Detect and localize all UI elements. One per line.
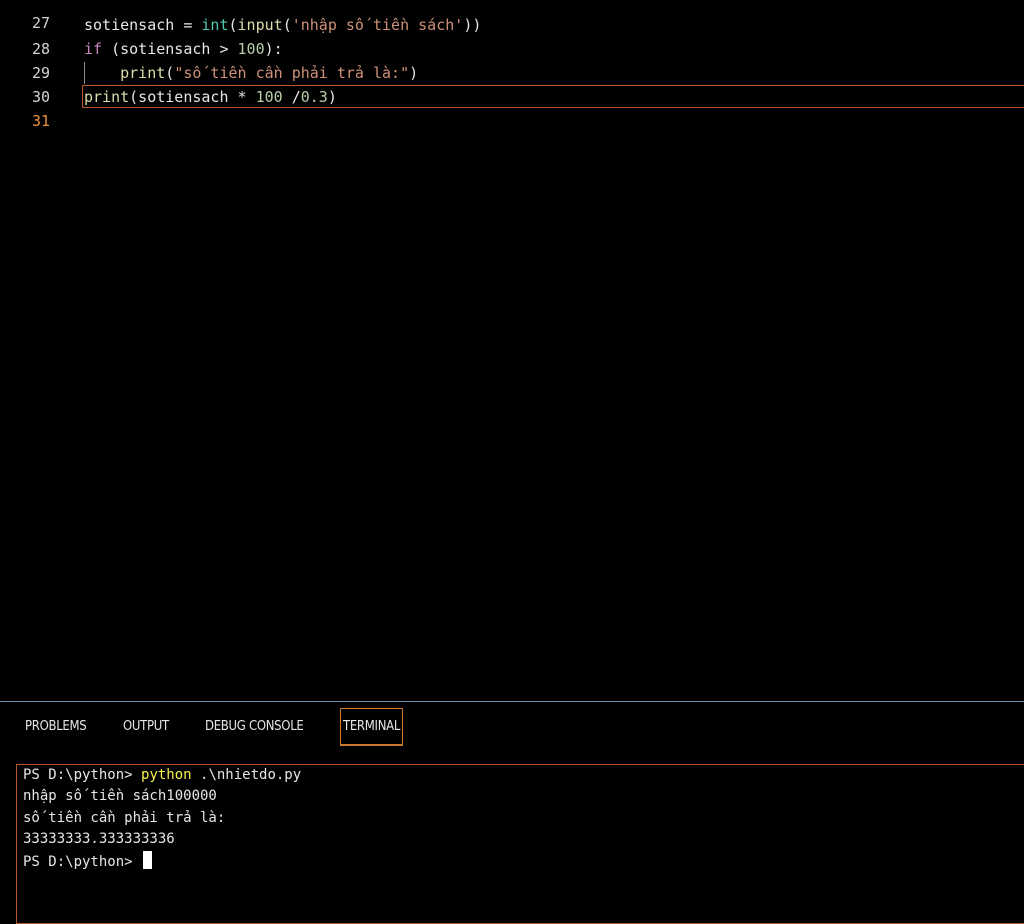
code-token: > (219, 40, 229, 58)
code-token: ( (165, 64, 175, 82)
terminal-view[interactable]: PS D:\python> python .\nhietdo.py nhập s… (16, 764, 1024, 924)
code-token: (sotiensach (102, 40, 220, 58)
terminal-prompt: PS D:\python> (23, 767, 142, 783)
code-token: * (237, 88, 247, 106)
tab-output[interactable]: OUTPUT (123, 708, 169, 746)
line-code: sotiensach = int(input('nhập số tiền sác… (84, 13, 481, 37)
code-token: ( (228, 16, 238, 34)
code-token: ): (264, 40, 283, 58)
code-token: ) (327, 88, 337, 106)
code-token: / (282, 88, 301, 106)
code-editor[interactable]: 27 28 sotiensach = int(input('nhập số ti… (0, 0, 1024, 700)
code-token: if (84, 40, 103, 58)
line-number-active: 31 (31, 112, 50, 130)
code-token: (sotiensach (129, 88, 238, 106)
code-token: 100 (237, 40, 265, 58)
terminal-command-line: PS D:\python> python .\nhietdo.py (23, 765, 301, 786)
code-token: input (237, 16, 283, 34)
code-token: sotiensach (84, 16, 175, 34)
terminal-output-line: 33333333.333333336 (23, 831, 175, 847)
terminal-command: python (141, 767, 192, 783)
code-token: "số tiền cần phải trả là:" (174, 64, 410, 82)
code-token: print (84, 88, 130, 106)
terminal-command-args: .\nhietdo.py (191, 767, 302, 783)
code-token: int (201, 16, 229, 34)
terminal-output-line: nhập số tiền sách100000 (23, 788, 217, 804)
code-token: 100 (255, 88, 283, 106)
code-line-27[interactable]: 27 (0, 0, 1024, 32)
code-token: = (174, 16, 202, 34)
line-code: if (sotiensach > 100): (84, 37, 283, 61)
terminal-output-line: số tiền cần phải trả là: (23, 810, 226, 826)
code-line-31[interactable]: 31 print(sotiensach * 100 /0.3) (0, 85, 1024, 130)
code-token: ( (282, 16, 292, 34)
line-code: print(sotiensach * 100 /0.3) (84, 85, 337, 109)
code-token: 0.3 (300, 88, 328, 106)
tab-debug-console[interactable]: DEBUG CONSOLE (205, 708, 304, 746)
panel-tab-bar: PROBLEMS OUTPUT DEBUG CONSOLE TERMINAL (0, 702, 1024, 758)
code-line-28[interactable]: 28 sotiensach = int(input('nhập số tiền … (0, 13, 1024, 58)
code-token: 'nhập số tiền sách' (291, 16, 464, 34)
code-line-30[interactable]: 30 print("số tiền cần phải trả là:") (0, 61, 1024, 106)
code-token: ) (409, 64, 419, 82)
tab-problems[interactable]: PROBLEMS (25, 708, 87, 746)
code-token: print (120, 64, 166, 82)
terminal-cursor (143, 851, 153, 869)
tab-terminal[interactable]: TERMINAL (340, 708, 404, 746)
line-code: print("số tiền cần phải trả là:") (84, 61, 418, 85)
terminal-prompt-line[interactable]: PS D:\python> (23, 851, 153, 873)
code-token: )) (463, 16, 482, 34)
terminal-prompt: PS D:\python> (23, 854, 142, 870)
code-line-29[interactable]: 29 if (sotiensach > 100): (0, 37, 1024, 82)
